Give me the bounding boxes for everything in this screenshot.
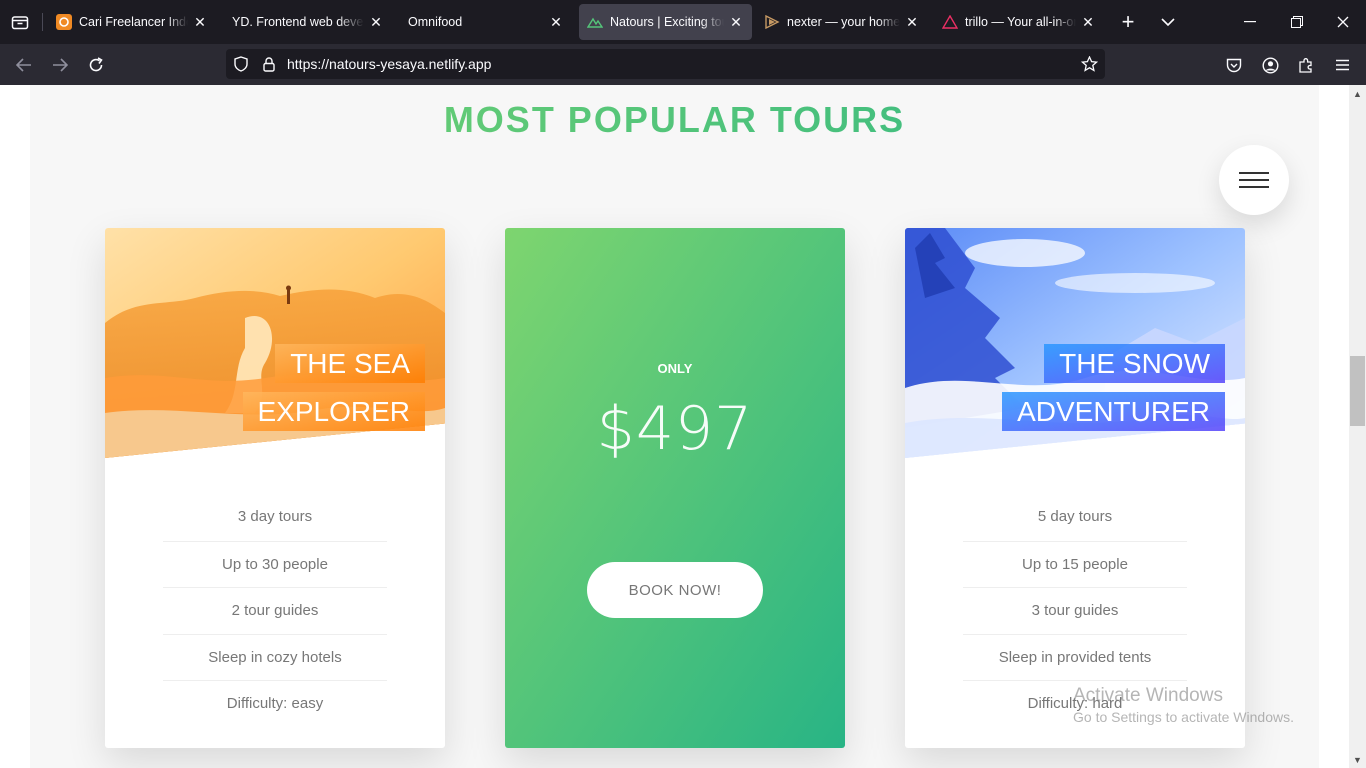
tab-title: Natours | Exciting tours [610, 15, 724, 29]
list-item: 3 tour guides [963, 587, 1187, 634]
url-text: https://natours-yesaya.netlify.app [287, 56, 492, 72]
hamburger-icon [1239, 172, 1269, 174]
list-item: Sleep in provided tents [963, 633, 1187, 681]
tour-heading-line-1: THE SEA [275, 344, 425, 383]
tab-bar: Cari Freelancer Indonesia ✕ YD. Frontend… [0, 0, 1366, 44]
tour-heading-line-2: ADVENTURER [1002, 392, 1225, 431]
forward-arrow-icon[interactable] [47, 52, 73, 78]
app-menu-icon[interactable] [1329, 52, 1355, 78]
close-icon[interactable]: ✕ [368, 14, 384, 30]
tour-heading-line-2: EXPLORER [242, 392, 425, 431]
list-item: 2 tour guides [163, 587, 387, 634]
page-viewport: MOST POPULAR TOURS THE SEA EXPLORER 3 da… [0, 85, 1349, 768]
tab-title: Cari Freelancer Indonesia [79, 15, 188, 29]
tour-card-snow-adventurer[interactable]: THE SNOW ADVENTURER 5 day tours Up to 15… [905, 228, 1245, 748]
list-all-tabs-chevron-icon[interactable] [1156, 10, 1180, 34]
scroll-up-arrow-icon[interactable]: ▲ [1349, 85, 1366, 102]
reload-icon[interactable] [83, 52, 109, 78]
price-value: $497 [596, 394, 754, 464]
close-window-icon[interactable] [1331, 10, 1355, 34]
pocket-icon[interactable] [1221, 52, 1247, 78]
tab-title: trillo — Your all-in-one booking app [965, 15, 1076, 29]
watermark-title: Activate Windows [1073, 685, 1223, 706]
tour-details-list: 3 day tours Up to 30 people 2 tour guide… [163, 494, 387, 727]
navigation-toolbar: https://natours-yesaya.netlify.app [0, 44, 1366, 85]
tab-omnifood[interactable]: Omnifood ✕ [400, 4, 572, 40]
close-icon[interactable]: ✕ [192, 14, 208, 30]
shield-icon[interactable] [232, 55, 250, 73]
back-arrow-icon[interactable] [11, 52, 37, 78]
scroll-down-arrow-icon[interactable]: ▼ [1349, 751, 1366, 768]
navigation-menu-button[interactable] [1219, 145, 1289, 215]
tour-card-heading: THE SNOW ADVENTURER [970, 340, 1225, 436]
close-icon[interactable]: ✕ [548, 14, 564, 30]
lock-icon[interactable] [260, 55, 278, 73]
scrollbar-thumb[interactable] [1350, 356, 1365, 426]
tab-yd-frontend[interactable]: YD. Frontend web developer ✕ [224, 4, 392, 40]
close-icon[interactable]: ✕ [728, 14, 744, 30]
tour-heading-line-1: THE SNOW [1044, 344, 1225, 383]
address-bar[interactable]: https://natours-yesaya.netlify.app [226, 49, 1105, 79]
tab-cari-freelancer[interactable]: Cari Freelancer Indonesia ✕ [48, 4, 216, 40]
new-tab-plus-icon[interactable]: + [1116, 9, 1140, 34]
tab-title: YD. Frontend web developer [232, 15, 364, 29]
close-icon[interactable]: ✕ [904, 14, 920, 30]
restore-icon[interactable] [1285, 10, 1309, 34]
freelancer-favicon-icon [56, 14, 72, 30]
section-heading: MOST POPULAR TOURS [0, 99, 1349, 141]
tab-trillo[interactable]: trillo — Your all-in-one booking app ✕ [934, 4, 1104, 40]
book-now-button[interactable]: BOOK NOW! [587, 562, 763, 618]
activate-windows-watermark: Activate Windows Go to Settings to activ… [1073, 685, 1294, 725]
list-item: 3 day tours [237, 508, 313, 525]
tab-title: nexter — your home, your freedom [787, 15, 900, 29]
list-item: 5 day tours [1037, 508, 1113, 525]
list-item: Up to 15 people [963, 540, 1187, 588]
natours-favicon-icon [587, 14, 603, 30]
extensions-puzzle-icon[interactable] [1293, 52, 1319, 78]
tab-nexter[interactable]: nexter — your home, your freedom ✕ [756, 4, 928, 40]
tour-card-sea-explorer[interactable]: THE SEA EXPLORER 3 day tours Up to 30 pe… [105, 228, 445, 748]
watermark-subtitle: Go to Settings to activate Windows. [1073, 709, 1294, 725]
nexter-favicon-icon [764, 14, 780, 30]
list-item: Up to 30 people [163, 540, 387, 588]
close-icon[interactable]: ✕ [1080, 14, 1096, 30]
tab-overview-icon[interactable] [8, 10, 32, 34]
list-item: Difficulty: easy [163, 680, 387, 727]
tab-title: Omnifood [408, 15, 463, 29]
tab-natours[interactable]: Natours | Exciting tours ✕ [579, 4, 752, 40]
trillo-favicon-icon [942, 14, 958, 30]
tour-card-price[interactable]: ONLY $497 BOOK NOW! [505, 228, 845, 748]
minimize-icon[interactable] [1238, 10, 1262, 34]
list-item: Sleep in cozy hotels [163, 633, 387, 681]
account-icon[interactable] [1257, 52, 1283, 78]
bookmark-star-icon[interactable] [1080, 55, 1098, 73]
vertical-scrollbar[interactable]: ▲ ▼ [1349, 85, 1366, 768]
price-only-label: ONLY [657, 361, 693, 376]
tour-card-heading: THE SEA EXPLORER [170, 340, 425, 436]
